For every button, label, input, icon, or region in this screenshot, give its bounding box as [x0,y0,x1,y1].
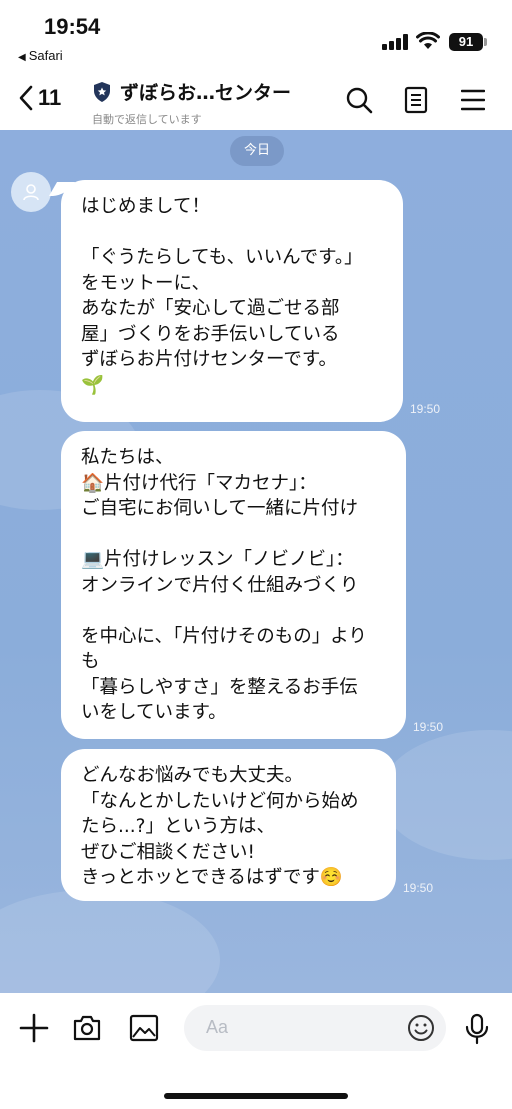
verified-shield-icon [94,81,110,102]
message-time: 19:50 [403,881,434,895]
message-input-placeholder: Aa [206,1017,229,1037]
message-input[interactable]: Aa [184,1005,446,1051]
camera-icon[interactable] [72,1013,102,1047]
battery-cap [484,38,487,46]
default-user-icon [23,184,39,201]
back-button[interactable]: 11 [18,84,61,112]
wifi-icon [416,31,440,54]
image-icon[interactable] [129,1013,159,1047]
chat-title-text: ずぼらお…センター [120,82,292,104]
status-bar: 19:54 ◀ Safari 91 [0,0,512,72]
auto-reply-status: 自動で返信しています [92,113,202,126]
back-to-app[interactable]: ◀ Safari [18,48,63,63]
message-bubble[interactable]: はじめまして！ 「ぐうたらしても、いいんです。」 をモットーに、 あなたが「安心… [61,180,403,422]
home-indicator [164,1093,348,1099]
notes-icon[interactable] [404,86,428,118]
background-cloud [380,730,512,860]
avatar[interactable] [11,172,51,212]
unread-count: 11 [38,85,62,110]
chat-area[interactable]: 今日 はじめまして！ 「ぐうたらしても、いいんです。」 をモットーに、 あなたが… [0,130,512,993]
status-time: 19:54 [44,14,101,39]
chat-title: ずぼらお…センター [92,78,332,105]
search-icon[interactable] [345,86,373,118]
date-separator: 今日 [230,136,284,166]
message-input-bar: Aa [0,993,512,1109]
chat-header: 11 ずぼらお…センター 自動で返信しています [0,72,512,130]
chat-title-area[interactable]: ずぼらお…センター 自動で返信しています [92,78,332,127]
back-app-label: Safari [28,48,63,63]
signal-icon [382,34,410,50]
message-time: 19:50 [410,402,441,416]
message-time: 19:50 [413,720,444,734]
plus-icon[interactable] [19,1013,49,1047]
battery-indicator: 91 [449,33,483,51]
emoji-icon[interactable] [406,1013,436,1047]
message-bubble[interactable]: どんなお悩みでも大丈夫。 「なんとかしたいけど何から始め たら...?」という方… [61,749,396,901]
chevron-left-icon [19,85,33,111]
menu-icon[interactable] [460,86,486,118]
microphone-icon[interactable] [464,1013,490,1049]
background-cloud [0,890,220,993]
back-triangle-icon: ◀ [18,52,26,63]
message-bubble[interactable]: 私たちは、 🏠片付け代行「マカセナ」： ご自宅にお伺いして一緒に片付け 💻片付け… [61,431,406,739]
